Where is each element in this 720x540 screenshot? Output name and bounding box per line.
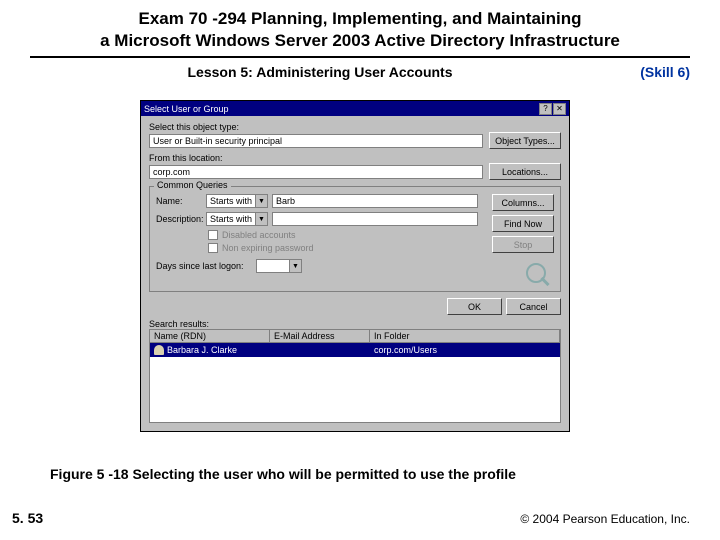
- col-name[interactable]: Name (RDN): [150, 330, 270, 342]
- close-icon[interactable]: ✕: [553, 103, 566, 115]
- dialog-titlebar[interactable]: Select User or Group ? ✕: [141, 101, 569, 116]
- object-types-button[interactable]: Object Types...: [489, 132, 561, 149]
- select-user-dialog: Select User or Group ? ✕ Select this obj…: [140, 100, 570, 432]
- description-label: Description:: [156, 214, 206, 224]
- chevron-down-icon[interactable]: ▼: [289, 260, 301, 272]
- find-now-button[interactable]: Find Now: [492, 215, 554, 232]
- subheader: Lesson 5: Administering User Accounts (S…: [0, 58, 720, 80]
- page-number: 5. 53: [12, 510, 43, 526]
- name-mode-combo[interactable]: Starts with▼: [206, 194, 268, 208]
- description-mode-combo[interactable]: Starts with▼: [206, 212, 268, 226]
- result-name: Barbara J. Clarke: [167, 345, 237, 355]
- result-row[interactable]: Barbara J. Clarke corp.com/Users: [150, 343, 560, 357]
- course-title-line2: a Microsoft Windows Server 2003 Active D…: [20, 30, 700, 52]
- name-input[interactable]: Barb: [272, 194, 478, 208]
- col-email[interactable]: E-Mail Address: [270, 330, 370, 342]
- col-folder[interactable]: In Folder: [370, 330, 560, 342]
- locations-button[interactable]: Locations...: [489, 163, 561, 180]
- slide-header: Exam 70 -294 Planning, Implementing, and…: [0, 0, 720, 54]
- days-since-combo[interactable]: ▼: [256, 259, 302, 273]
- checkbox-icon: [208, 243, 218, 253]
- disabled-accounts-checkbox[interactable]: Disabled accounts: [208, 230, 478, 240]
- name-label: Name:: [156, 196, 206, 206]
- common-queries-label: Common Queries: [154, 180, 231, 190]
- results-list[interactable]: Barbara J. Clarke corp.com/Users: [149, 343, 561, 423]
- chevron-down-icon[interactable]: ▼: [255, 195, 267, 207]
- help-icon[interactable]: ?: [539, 103, 552, 115]
- nonexpiring-password-checkbox[interactable]: Non expiring password: [208, 243, 478, 253]
- figure-caption: Figure 5 -18 Selecting the user who will…: [50, 466, 670, 482]
- copyright: © 2004 Pearson Education, Inc.: [520, 512, 690, 526]
- dialog-title: Select User or Group: [144, 104, 538, 114]
- results-header: Name (RDN) E-Mail Address In Folder: [149, 329, 561, 343]
- chevron-down-icon[interactable]: ▼: [255, 213, 267, 225]
- find-icon: [526, 263, 548, 285]
- course-title-line1: Exam 70 -294 Planning, Implementing, and…: [20, 8, 700, 30]
- ok-button[interactable]: OK: [447, 298, 502, 315]
- skill-label: (Skill 6): [610, 64, 690, 80]
- object-type-field[interactable]: User or Built-in security principal: [149, 134, 483, 148]
- cancel-button[interactable]: Cancel: [506, 298, 561, 315]
- object-type-label: Select this object type:: [149, 122, 561, 132]
- search-results-label: Search results:: [149, 319, 561, 329]
- description-input[interactable]: [272, 212, 478, 226]
- common-queries-group: Common Queries Name: Starts with▼ Barb D…: [149, 186, 561, 292]
- stop-button[interactable]: Stop: [492, 236, 554, 253]
- location-field[interactable]: corp.com: [149, 165, 483, 179]
- columns-button[interactable]: Columns...: [492, 194, 554, 211]
- days-since-label: Days since last logon:: [156, 261, 256, 271]
- location-label: From this location:: [149, 153, 561, 163]
- lesson-title: Lesson 5: Administering User Accounts: [30, 64, 610, 80]
- checkbox-icon: [208, 230, 218, 240]
- result-folder: corp.com/Users: [370, 345, 560, 355]
- user-icon: [154, 345, 164, 355]
